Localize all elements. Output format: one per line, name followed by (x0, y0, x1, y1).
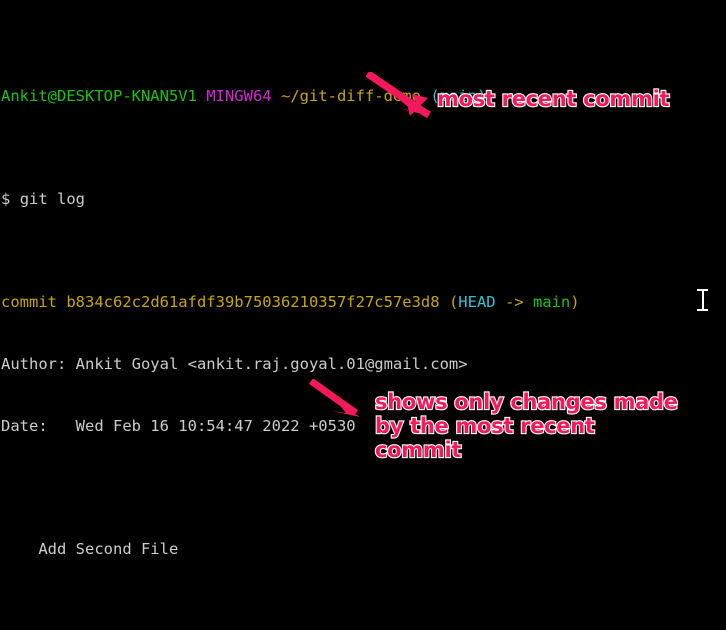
commit-label: commit (1, 293, 67, 312)
ref-arrow: -> (495, 293, 533, 312)
ref-head: HEAD (458, 293, 496, 312)
arrow-down-right-icon (308, 379, 360, 417)
annotation-most-recent-commit: most recent commit (436, 86, 671, 112)
command-line-git-log[interactable]: $ git log (0, 189, 726, 210)
prompt-user-host: Ankit@DESKTOP-KNAN5V1 (1, 87, 197, 106)
refs-close: ) (570, 293, 580, 312)
cursor-bar (702, 290, 704, 310)
ref-branch: main (532, 293, 571, 312)
cursor-cap-bottom (697, 309, 708, 311)
prompt-sigil: $ (1, 190, 11, 209)
commit-author: Author: Ankit Goyal <ankit.raj.goyal.01@… (1, 355, 468, 374)
prompt-shell: MINGW64 (206, 87, 272, 106)
commit-message: Add Second File (1, 540, 179, 559)
commit-hash: b834c62c2d61afdf39b75036210357f27c57e3d8 (66, 293, 440, 312)
annotation-diff-explanation: shows only changes made by the most rece… (374, 389, 679, 463)
i-beam-text-cursor-icon (697, 288, 708, 312)
commit-line: commit b834c62c2d61afdf39b75036210357f27… (0, 292, 726, 313)
command-text: git log (19, 190, 86, 209)
arrow-down-right-icon (366, 72, 431, 118)
refs-open: ( (439, 293, 459, 312)
terminal-window[interactable]: Ankit@DESKTOP-KNAN5V1 MINGW64 ~/git-diff… (0, 0, 726, 630)
